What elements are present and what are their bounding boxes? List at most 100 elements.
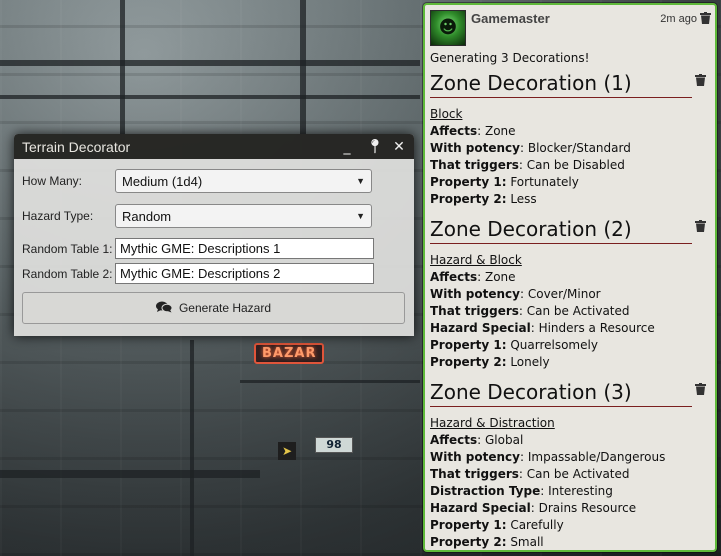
decoration-property: That triggers: Can be Disabled xyxy=(430,157,710,174)
number-sign: 98 xyxy=(315,437,353,453)
arrow-sign-icon: ➤ xyxy=(278,442,296,460)
property-value: Quarrelsomely xyxy=(506,338,598,352)
message-intro: Generating 3 Decorations! xyxy=(430,51,590,65)
trash-icon[interactable] xyxy=(700,12,711,27)
scene-beam xyxy=(0,470,260,478)
avatar[interactable]: ☻ xyxy=(430,10,466,46)
property-key: Property 2: xyxy=(430,355,507,369)
decoration-name: Hazard & Block xyxy=(430,253,522,267)
hazard-type-value: Random xyxy=(122,208,172,224)
property-key: That triggers xyxy=(430,304,519,318)
terrain-decorator-window: Terrain Decorator _ 📍︎ ✕ How Many: Mediu… xyxy=(14,134,414,336)
trash-icon[interactable] xyxy=(695,74,706,89)
property-key: With potency xyxy=(430,287,520,301)
random-table-1-input[interactable] xyxy=(115,238,374,259)
property-key: With potency xyxy=(430,141,520,155)
property-key: Affects xyxy=(430,270,478,284)
decoration-title: Zone Decoration (3) xyxy=(430,379,692,407)
decoration-property: Property 1: Fortunately xyxy=(430,174,710,191)
scene-beam xyxy=(120,0,125,140)
property-key: Affects xyxy=(430,124,478,138)
how-many-row: How Many: Medium (1d4) ▼ xyxy=(22,169,406,193)
decoration-name: Hazard & Distraction xyxy=(430,416,555,430)
decoration-property: Affects: Zone xyxy=(430,123,710,140)
scene-beam xyxy=(0,60,420,66)
window-title: Terrain Decorator xyxy=(22,138,131,155)
scene-beam xyxy=(190,340,194,556)
how-many-select[interactable]: Medium (1d4) ▼ xyxy=(115,169,372,193)
decoration-property: With potency: Blocker/Standard xyxy=(430,140,710,157)
trash-icon[interactable] xyxy=(695,220,706,235)
decoration-property: Hazard Special: Drains Resource xyxy=(430,500,710,517)
decoration-property: That triggers: Can be Activated xyxy=(430,303,710,320)
decoration-property: Distraction Type: Interesting xyxy=(430,483,710,500)
hazard-type-label: Hazard Type: xyxy=(22,209,94,223)
property-value: Fortunately xyxy=(506,175,579,189)
scene-beam xyxy=(0,95,420,99)
generate-hazard-label: Generate Hazard xyxy=(178,301,272,315)
property-key: Property 1: xyxy=(430,175,507,189)
window-header[interactable]: Terrain Decorator _ 📍︎ ✕ xyxy=(14,134,414,159)
property-key: That triggers xyxy=(430,467,519,481)
property-key: Hazard Special xyxy=(430,321,531,335)
property-key: With potency xyxy=(430,450,520,464)
bazar-sign: BAZAR xyxy=(254,343,325,364)
property-value: Lonely xyxy=(506,355,550,369)
property-value: Carefully xyxy=(506,518,564,532)
random-table-2-input[interactable] xyxy=(115,263,374,284)
random-table-2-label: Random Table 2: xyxy=(22,266,113,281)
minimize-icon[interactable]: _ xyxy=(340,139,354,155)
decoration-property: Property 1: Quarrelsomely xyxy=(430,337,710,354)
generate-hazard-button[interactable]: Generate Hazard xyxy=(22,292,405,324)
decoration-property: That triggers: Can be Activated xyxy=(430,466,710,483)
hazard-type-row: Hazard Type: Random ▼ xyxy=(22,204,406,228)
decoration-property: With potency: Impassable/Dangerous xyxy=(430,449,710,466)
decoration-section-2: Zone Decoration (2) Hazard & Block Affec… xyxy=(430,216,710,371)
decoration-property: Affects: Zone xyxy=(430,269,710,286)
decoration-name: Block xyxy=(430,107,463,121)
property-value: : Interesting xyxy=(540,484,613,498)
property-value: : Can be Activated xyxy=(518,304,630,318)
chevron-down-icon: ▼ xyxy=(356,176,365,186)
decoration-property: Affects: Global xyxy=(430,432,710,449)
trash-icon[interactable] xyxy=(695,383,706,398)
property-key: Property 2: xyxy=(430,192,507,206)
property-key: Hazard Special xyxy=(430,501,531,515)
property-value: : Zone xyxy=(477,270,516,284)
property-value: : Impassable/Dangerous xyxy=(520,450,666,464)
terrain-form: How Many: Medium (1d4) ▼ Hazard Type: Ra… xyxy=(14,159,414,324)
decoration-section-3: Zone Decoration (3) Hazard & Distraction… xyxy=(430,379,710,550)
property-value: : Hinders a Resource xyxy=(530,321,655,335)
property-value: : Drains Resource xyxy=(530,501,637,515)
comments-icon-svg xyxy=(155,301,173,312)
property-value: : Global xyxy=(477,433,524,447)
random-table-1-row: Random Table 1: xyxy=(22,238,406,259)
property-value: : Can be Activated xyxy=(518,467,630,481)
decoration-property: Hazard Special: Hinders a Resource xyxy=(430,320,710,337)
random-table-2-row: Random Table 2: xyxy=(22,263,406,284)
how-many-label: How Many: xyxy=(22,174,83,188)
decoration-title: Zone Decoration (2) xyxy=(430,216,692,244)
message-body: Generating 3 Decorations! Zone Decoratio… xyxy=(425,51,715,550)
decoration-property: With potency: Cover/Minor xyxy=(430,286,710,303)
property-key: Property 1: xyxy=(430,338,507,352)
decoration-title: Zone Decoration (1) xyxy=(430,70,692,98)
property-key: Property 1: xyxy=(430,518,507,532)
random-table-1-label: Random Table 1: xyxy=(22,241,113,256)
decoration-property: Property 2: Lonely xyxy=(430,354,710,371)
chat-message-panel: ☻ Gamemaster 2m ago Generating 3 Decorat… xyxy=(423,3,717,552)
message-sender: Gamemaster xyxy=(471,11,550,26)
hazard-type-select[interactable]: Random ▼ xyxy=(115,204,372,228)
property-value: : Can be Disabled xyxy=(518,158,625,172)
property-value: Less xyxy=(506,192,537,206)
close-icon[interactable]: ✕ xyxy=(392,139,406,155)
decoration-property: Property 2: Less xyxy=(430,191,710,208)
property-key: That triggers xyxy=(430,158,519,172)
decoration-property: Property 2: Small xyxy=(430,534,710,550)
decoration-property: Property 1: Carefully xyxy=(430,517,710,534)
decoration-section-1: Zone Decoration (1) Block Affects: Zone … xyxy=(430,70,710,208)
how-many-value: Medium (1d4) xyxy=(122,173,203,189)
pin-icon[interactable]: 📍︎ xyxy=(366,139,384,155)
comments-icon xyxy=(155,301,173,316)
chevron-down-icon: ▼ xyxy=(356,211,365,221)
